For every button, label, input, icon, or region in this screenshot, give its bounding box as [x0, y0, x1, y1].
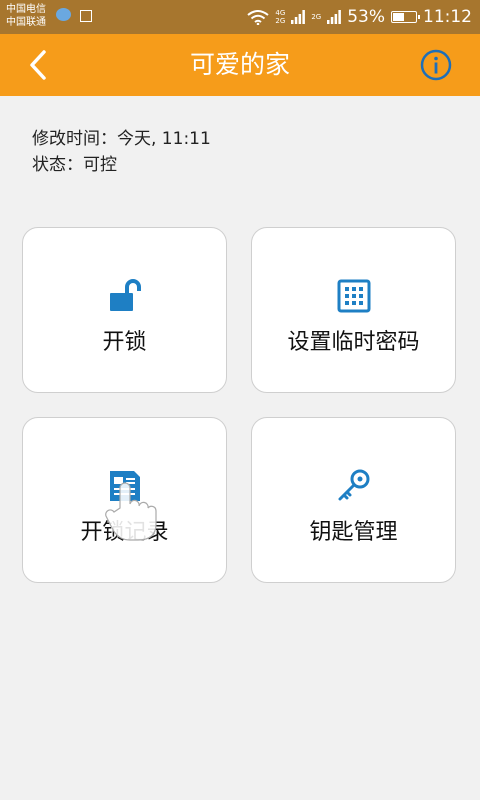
signal-icon: [291, 10, 306, 24]
status-indicators: 4G 2G 2G 53% 11:12: [247, 0, 472, 34]
gallery-icon: [80, 10, 92, 22]
record-icon-wrap: [23, 468, 226, 504]
unlock-icon: [109, 279, 141, 311]
network-type-primary: 4G 2G: [275, 9, 285, 25]
keypad-icon: [337, 279, 370, 313]
unlock-records-label: 开锁记录: [80, 520, 169, 545]
record-icon: [109, 471, 140, 501]
chevron-left-icon: [30, 50, 46, 80]
unlock-card[interactable]: 开锁: [22, 227, 227, 393]
back-button[interactable]: [22, 48, 58, 82]
signal-icon-secondary: [327, 10, 342, 24]
status-bar: 中国电信 中国联通 4G 2G 2G 53% 11:12: [0, 0, 480, 34]
wifi-icon: [247, 10, 270, 25]
temp-password-card[interactable]: 设置临时密码: [251, 227, 456, 393]
app-bar: 可爱的家: [0, 34, 480, 96]
info-icon: [420, 49, 452, 81]
status-value: 可控: [83, 155, 117, 175]
key-management-label: 钥匙管理: [309, 520, 398, 545]
clock: 11:12: [423, 7, 472, 27]
network-type-secondary: 2G: [311, 13, 322, 21]
page-title: 可爱的家: [189, 50, 290, 79]
key-management-card[interactable]: 钥匙管理: [251, 417, 456, 583]
unlock-records-card[interactable]: 开锁记录: [22, 417, 227, 583]
keypad-icon-wrap: [252, 278, 455, 314]
unlock-icon-wrap: [23, 278, 226, 314]
carrier-badge-icon: [56, 8, 71, 21]
modified-time-row: 修改时间：今天, 11:11: [32, 126, 211, 152]
status-label: 状态：: [32, 155, 83, 175]
battery-percent: 53%: [347, 7, 385, 27]
status-row: 状态：可控: [32, 152, 211, 178]
carrier-1: 中国电信: [6, 4, 46, 15]
modified-time-label: 修改时间：: [32, 129, 117, 149]
key-icon: [338, 469, 369, 501]
battery-level: [393, 13, 404, 21]
lock-meta: 修改时间：今天, 11:11 状态：可控: [32, 126, 211, 178]
temp-password-label: 设置临时密码: [287, 330, 420, 355]
unlock-label: 开锁: [102, 330, 147, 355]
carrier-2: 中国联通: [6, 17, 46, 28]
key-icon-wrap: [252, 468, 455, 504]
net-label-2g: 2G: [275, 17, 286, 25]
modified-time-value: 今天, 11:11: [117, 129, 211, 149]
battery-icon: [391, 11, 420, 23]
info-button[interactable]: [420, 49, 452, 81]
net-label-4g: 4G: [275, 9, 286, 17]
carrier-info: 中国电信 中国联通: [6, 3, 46, 29]
